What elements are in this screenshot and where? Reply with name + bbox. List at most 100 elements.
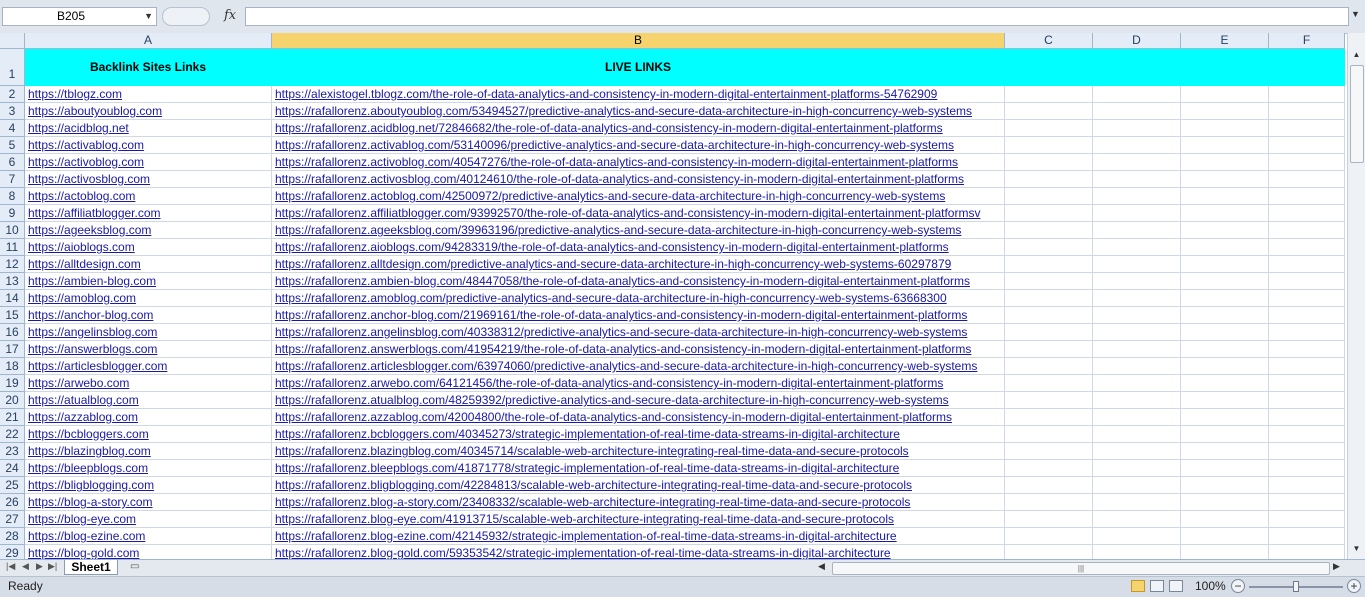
cell-backlink-site[interactable]: https://acidblog.net [25, 120, 272, 137]
cell-empty[interactable] [1093, 86, 1181, 103]
cell-backlink-site[interactable]: https://aioblogs.com [25, 239, 272, 256]
cell-empty[interactable] [1093, 443, 1181, 460]
column-header-d[interactable]: D [1093, 33, 1181, 48]
cell-empty[interactable] [1269, 426, 1345, 443]
cell-empty[interactable] [1181, 290, 1269, 307]
cell-empty[interactable] [1181, 307, 1269, 324]
row-header[interactable]: 14 [0, 290, 25, 307]
cell-empty[interactable] [1005, 494, 1093, 511]
row-header[interactable]: 28 [0, 528, 25, 545]
row-header[interactable]: 7 [0, 171, 25, 188]
cell-a1[interactable]: Backlink Sites Links [25, 49, 272, 86]
formula-input[interactable] [245, 7, 1349, 26]
cell-live-link[interactable]: https://rafallorenz.activoblog.com/40547… [272, 154, 1005, 171]
cell-live-link[interactable]: https://rafallorenz.ageeksblog.com/39963… [272, 222, 1005, 239]
cell-empty[interactable] [1005, 409, 1093, 426]
cell-empty[interactable] [1093, 307, 1181, 324]
cell-empty[interactable] [1269, 154, 1345, 171]
cell-backlink-site[interactable]: https://actoblog.com [25, 188, 272, 205]
row-header[interactable]: 10 [0, 222, 25, 239]
normal-view-icon[interactable] [1131, 580, 1145, 592]
cell-backlink-site[interactable]: https://activablog.com [25, 137, 272, 154]
cell-live-link[interactable]: https://rafallorenz.arwebo.com/64121456/… [272, 375, 1005, 392]
cell-empty[interactable] [1005, 392, 1093, 409]
cell-empty[interactable] [1181, 392, 1269, 409]
cell-backlink-site[interactable]: https://blog-ezine.com [25, 528, 272, 545]
cell-live-link[interactable]: https://rafallorenz.blog-ezine.com/42145… [272, 528, 1005, 545]
cell-empty[interactable] [1005, 511, 1093, 528]
cell-empty[interactable] [1181, 426, 1269, 443]
cell-live-link[interactable]: https://rafallorenz.blog-a-story.com/234… [272, 494, 1005, 511]
cell-empty[interactable] [1181, 137, 1269, 154]
cell-empty[interactable] [1181, 528, 1269, 545]
cell-empty[interactable] [1005, 86, 1093, 103]
cell-empty[interactable] [1005, 222, 1093, 239]
cell-empty[interactable] [1181, 256, 1269, 273]
cell-backlink-site[interactable]: https://bleepblogs.com [25, 460, 272, 477]
cell-backlink-site[interactable]: https://atualblog.com [25, 392, 272, 409]
cell-empty[interactable] [1093, 477, 1181, 494]
scroll-left-icon[interactable]: ◀ [818, 561, 825, 572]
cell-empty[interactable] [1269, 307, 1345, 324]
cell-empty[interactable] [1181, 273, 1269, 290]
cell-empty[interactable] [1181, 171, 1269, 188]
insert-function-icon[interactable]: fx [224, 8, 236, 23]
row-header[interactable]: 5 [0, 137, 25, 154]
cell-empty[interactable] [1005, 528, 1093, 545]
insert-sheet-icon[interactable]: ▭ [130, 561, 146, 573]
row-header[interactable]: 25 [0, 477, 25, 494]
cell-empty[interactable] [1005, 137, 1093, 154]
cell-d1[interactable] [1093, 49, 1181, 86]
row-header[interactable]: 20 [0, 392, 25, 409]
cell-empty[interactable] [1093, 409, 1181, 426]
scroll-down-icon[interactable]: ▼ [1348, 541, 1365, 557]
cell-empty[interactable] [1269, 545, 1345, 559]
page-break-view-icon[interactable] [1169, 580, 1183, 592]
cell-empty[interactable] [1093, 120, 1181, 137]
cell-empty[interactable] [1005, 188, 1093, 205]
cell-empty[interactable] [1093, 205, 1181, 222]
cell-backlink-site[interactable]: https://articlesblogger.com [25, 358, 272, 375]
cell-empty[interactable] [1269, 460, 1345, 477]
cell-empty[interactable] [1093, 426, 1181, 443]
cell-empty[interactable] [1093, 545, 1181, 559]
cell-empty[interactable] [1181, 341, 1269, 358]
cell-empty[interactable] [1005, 443, 1093, 460]
column-header-a[interactable]: A [25, 33, 272, 48]
cell-empty[interactable] [1093, 494, 1181, 511]
cell-empty[interactable] [1093, 341, 1181, 358]
cell-live-link[interactable]: https://rafallorenz.blazingblog.com/4034… [272, 443, 1005, 460]
cell-empty[interactable] [1093, 290, 1181, 307]
cell-empty[interactable] [1181, 188, 1269, 205]
cell-empty[interactable] [1269, 171, 1345, 188]
cell-empty[interactable] [1005, 256, 1093, 273]
cell-empty[interactable] [1093, 103, 1181, 120]
cell-empty[interactable] [1005, 154, 1093, 171]
cell-empty[interactable] [1269, 409, 1345, 426]
cell-empty[interactable] [1181, 86, 1269, 103]
cell-empty[interactable] [1181, 494, 1269, 511]
cell-live-link[interactable]: https://rafallorenz.anchor-blog.com/2196… [272, 307, 1005, 324]
scroll-right-icon[interactable]: ▶ [1333, 561, 1340, 572]
row-header[interactable]: 21 [0, 409, 25, 426]
cell-backlink-site[interactable]: https://ageeksblog.com [25, 222, 272, 239]
first-sheet-icon[interactable]: |◀ [6, 561, 15, 572]
cell-empty[interactable] [1093, 222, 1181, 239]
row-header[interactable]: 11 [0, 239, 25, 256]
cell-empty[interactable] [1269, 188, 1345, 205]
last-sheet-icon[interactable]: ▶| [48, 561, 57, 572]
row-header[interactable]: 18 [0, 358, 25, 375]
cell-backlink-site[interactable]: https://tblogz.com [25, 86, 272, 103]
column-header-b[interactable]: B [272, 33, 1005, 48]
cell-empty[interactable] [1269, 375, 1345, 392]
sheet-tab-sheet1[interactable]: Sheet1 [64, 560, 118, 575]
cell-live-link[interactable]: https://rafallorenz.actoblog.com/4250097… [272, 188, 1005, 205]
cell-empty[interactable] [1093, 256, 1181, 273]
cell-empty[interactable] [1005, 477, 1093, 494]
cell-live-link[interactable]: https://rafallorenz.acidblog.net/7284668… [272, 120, 1005, 137]
cell-backlink-site[interactable]: https://azzablog.com [25, 409, 272, 426]
cell-empty[interactable] [1269, 511, 1345, 528]
cell-empty[interactable] [1005, 324, 1093, 341]
column-header-e[interactable]: E [1181, 33, 1269, 48]
cell-backlink-site[interactable]: https://arwebo.com [25, 375, 272, 392]
